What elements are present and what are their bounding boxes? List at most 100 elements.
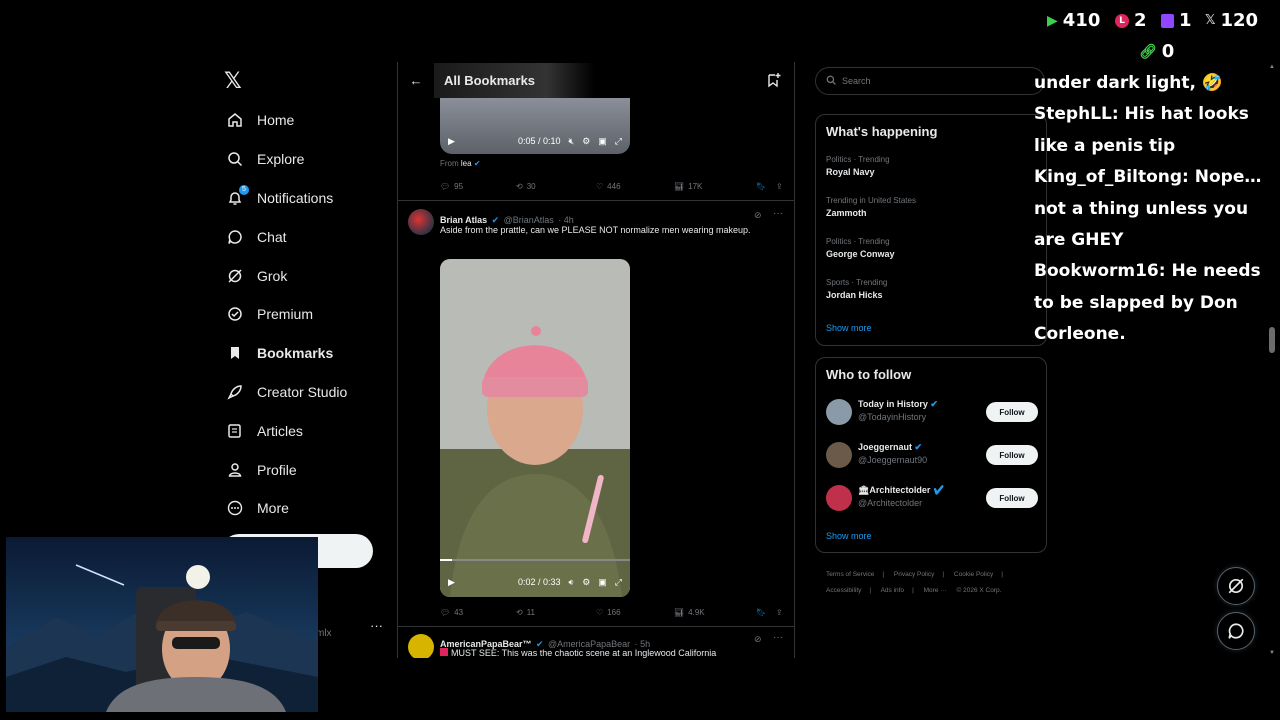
nav-label: Notifications [257,189,334,206]
like-button[interactable]: ♡ 446 [596,182,674,191]
link-icon: 🔗︎ [1139,43,1157,60]
search-input[interactable] [842,76,1022,86]
follow-suggestion[interactable]: Today in History ✔ @TodayinHistory Follo… [826,397,1038,427]
search-icon [826,75,836,87]
x-logo-icon[interactable]: 𝕏 [224,70,248,94]
page-scrollbar[interactable]: ▲ ▼ [1268,62,1276,658]
scroll-thumb[interactable] [1269,327,1275,353]
account-menu-more-icon[interactable]: ··· [370,618,383,633]
fullscreen-icon[interactable]: ⤢ [615,577,622,588]
back-arrow-icon[interactable]: ← [398,73,434,88]
chat-line: StephLL: His hat looks like a penis tip [1034,104,1249,156]
like-button[interactable]: ♡ 166 [596,608,674,617]
add-folder-icon[interactable] [766,72,782,93]
mute-icon[interactable]: 🔇︎ [569,136,575,147]
follow-suggestion[interactable]: 🏛Architectolder ✔ @Architectolder Follow [826,483,1038,513]
views-button[interactable]: 📊︎ 17K [674,182,756,191]
bookmark-icon [226,344,244,362]
avatar[interactable] [408,634,434,658]
tweet-more-icon[interactable]: ··· [773,632,783,643]
page-title: All Bookmarks [434,62,596,98]
whats-happening-panel: What's happening Politics · Trending Roy… [815,114,1047,346]
views-button[interactable]: 📊︎ 4.9K [674,608,756,617]
trend-item[interactable]: Politics · Trending Royal Navy [826,155,1036,177]
main-column: ← All Bookmarks ▶ 0:05 / 0:10 🔇︎ ⚙ ▣ ⤢ F… [397,62,795,658]
footer-separator: | [912,587,914,594]
nav-item-creator-studio[interactable]: Creator Studio [222,373,392,412]
follow-button[interactable]: Follow [986,488,1038,508]
mute-icon[interactable]: 🔉︎ [569,577,575,588]
tweet-video[interactable]: ▶ 0:02 / 0:33 🔉︎ ⚙ ▣ ⤢ [440,259,630,597]
link-count: 🔗︎ 0 [1139,41,1175,62]
nav-label: Articles [257,422,303,439]
nav-label: Explore [257,151,305,168]
grok-icon [1228,578,1244,594]
show-more-link[interactable]: Show more [826,531,872,541]
follow-button[interactable]: Follow [986,445,1038,465]
tweet-video-thumbnail[interactable]: ▶ 0:05 / 0:10 🔇︎ ⚙ ▣ ⤢ [440,98,630,154]
repost-button[interactable]: ⟲ 30 [516,182,596,191]
grok-icon[interactable]: ⊘ [754,210,762,221]
nav-item-notifications[interactable]: 5 Notifications [222,179,392,218]
video-time: 0:05 / 0:10 [517,136,561,146]
reply-button[interactable]: 💬︎ 43 [440,608,516,617]
nav-item-articles[interactable]: Articles [222,411,392,450]
grok-icon[interactable]: ⊘ [754,634,762,645]
footer-link[interactable]: Accessibility [826,587,861,594]
divider [398,200,794,201]
settings-icon[interactable]: ⚙ [582,136,590,147]
share-icon: ⇪ [776,181,783,191]
person-icon [226,461,244,479]
views-icon: 📊︎ [674,181,685,191]
footer-separator: | [1001,571,1003,578]
scroll-down-icon[interactable]: ▼ [1269,650,1275,656]
share-button[interactable]: ⇪ [776,608,783,617]
footer-link[interactable]: Privacy Policy [894,571,934,578]
nav-item-more[interactable]: More [222,489,392,528]
scroll-up-icon[interactable]: ▲ [1269,64,1275,70]
trend-item[interactable]: Trending in United States Zammoth [826,196,1036,218]
nav-label: Home [257,112,295,129]
nav-item-home[interactable]: Home [222,101,392,140]
pip-icon[interactable]: ▣ [598,577,607,588]
bookmark-button[interactable]: 🔖︎ [756,608,776,617]
nav-item-explore[interactable]: Explore [222,140,392,179]
source-name[interactable]: lea [461,159,472,168]
play-icon[interactable]: ▶ [448,136,455,147]
video-time: 0:02 / 0:33 [517,577,561,587]
show-more-link[interactable]: Show more [826,323,872,333]
pip-icon[interactable]: ▣ [598,136,607,147]
repost-button[interactable]: ⟲ 11 [516,608,596,617]
footer-link[interactable]: More ··· [924,587,947,594]
panel-title: What's happening [826,124,938,139]
divider [398,626,794,627]
footer-link[interactable]: Terms of Service [826,571,874,578]
tweet-more-icon[interactable]: ··· [773,208,783,219]
nav-item-bookmarks[interactable]: Bookmarks [222,334,392,373]
repost-icon: ⟲ [516,181,523,191]
grok-float-button[interactable] [1217,567,1255,605]
follow-button[interactable]: Follow [986,402,1038,422]
tweet-text: MUST SEE: This was the chaotic scene at … [440,648,716,658]
share-button[interactable]: ⇪ [776,182,783,191]
messages-float-button[interactable] [1217,612,1255,650]
trend-item[interactable]: Sports · Trending Jordan Hicks [826,278,1036,300]
nav-item-grok[interactable]: Grok [222,256,392,295]
footer-link[interactable]: Ads info [881,587,905,594]
chat-line: under dark light, 🤣 [1034,73,1224,93]
bookmark-button[interactable]: 🔖︎ [756,182,776,191]
trend-item[interactable]: Politics · Trending George Conway [826,237,1036,259]
settings-icon[interactable]: ⚙ [582,577,590,588]
nav-item-profile[interactable]: Profile [222,450,392,489]
play-icon[interactable]: ▶ [448,577,455,588]
tweet[interactable]: AmericanPapaBear™ ✔ @AmericaPapaBear · 5… [398,628,794,658]
nav-item-premium[interactable]: Premium [222,295,392,334]
fullscreen-icon[interactable]: ⤢ [615,136,622,147]
nav-item-chat[interactable]: Chat [222,217,392,256]
follow-suggestion[interactable]: Joeggernaut ✔ @Joeggernaut90 Follow [826,440,1038,470]
reply-button[interactable]: 💬︎ 95 [440,182,516,191]
footer-link[interactable]: Cookie Policy [954,571,993,578]
search-bar[interactable] [815,67,1045,95]
heart-icon: ♡ [596,181,604,191]
avatar[interactable] [408,209,434,235]
